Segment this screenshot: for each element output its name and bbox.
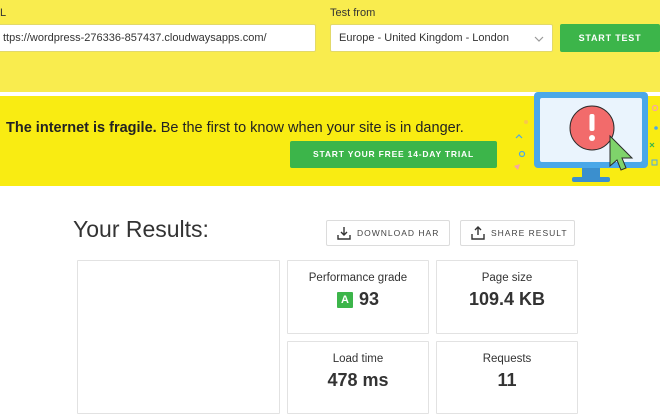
download-icon xyxy=(337,227,351,240)
load-time-value: 478 ms xyxy=(327,370,389,390)
banner-headline-bold: The internet is fragile. xyxy=(6,120,157,136)
share-icon xyxy=(471,226,485,240)
performance-grade-card: Performance grade A 93 xyxy=(287,260,429,334)
url-input[interactable] xyxy=(0,24,316,52)
page-size-value: 109.4 KB xyxy=(468,289,546,309)
performance-grade-label: Performance grade xyxy=(308,272,408,284)
performance-score: 93 xyxy=(358,289,380,309)
banner-headline: The internet is fragile. Be the first to… xyxy=(6,120,464,136)
page-size-label: Page size xyxy=(481,272,533,284)
url-label: L xyxy=(0,7,7,19)
requests-card: Requests 11 xyxy=(436,341,578,414)
load-time-label: Load time xyxy=(332,353,384,365)
requests-label: Requests xyxy=(482,353,532,365)
share-result-label: SHARE RESULT xyxy=(491,228,568,238)
chevron-down-icon xyxy=(534,36,544,42)
banner-headline-rest: Be the first to know when your site is i… xyxy=(156,120,464,136)
download-har-label: DOWNLOAD HAR xyxy=(357,228,440,238)
results-title: Your Results: xyxy=(73,216,209,242)
start-test-button[interactable]: START TEST xyxy=(560,24,660,52)
monitor-alert-icon xyxy=(514,92,659,182)
grade-badge: A xyxy=(336,292,353,308)
screenshot-thumbnail xyxy=(77,260,280,414)
share-result-button[interactable]: SHARE RESULT xyxy=(460,220,575,246)
test-form-bar: L Test from Europe - United Kingdom - Lo… xyxy=(0,0,660,92)
load-time-card: Load time 478 ms xyxy=(287,341,429,414)
test-from-select[interactable]: Europe - United Kingdom - London xyxy=(330,24,553,52)
test-from-label: Test from xyxy=(330,7,376,19)
page-size-card: Page size 109.4 KB xyxy=(436,260,578,334)
performance-grade-value: A 93 xyxy=(288,289,428,310)
test-from-value: Europe - United Kingdom - London xyxy=(339,32,509,44)
download-har-button[interactable]: DOWNLOAD HAR xyxy=(326,220,450,246)
free-trial-button[interactable]: START YOUR FREE 14-DAY TRIAL xyxy=(290,141,497,168)
requests-value: 11 xyxy=(497,370,517,390)
